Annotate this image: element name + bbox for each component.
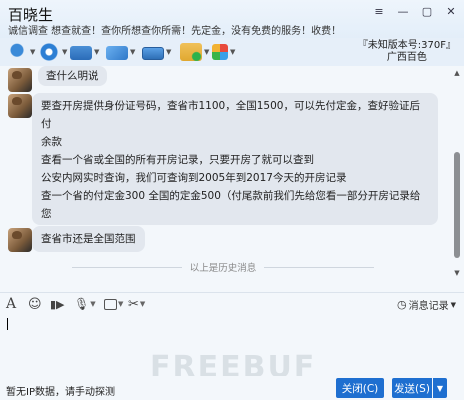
voice-call-button[interactable]: ▼	[6, 42, 35, 62]
close-icon[interactable]: ✕	[442, 4, 460, 18]
more-icon[interactable]: ≡	[370, 4, 388, 18]
chevron-down-icon[interactable]: ▼	[30, 48, 35, 56]
avatar[interactable]	[8, 68, 32, 92]
message-line: 要查开房提供身份证号码，查省市1100，全国1500，可以先付定金，查好验证后付	[41, 100, 420, 130]
chevron-down-icon[interactable]: ▼	[62, 48, 67, 56]
chevron-down-icon[interactable]: ▼	[94, 48, 99, 56]
file-transfer-icon	[106, 46, 128, 60]
watermark: FREEBUF	[150, 350, 317, 376]
remote-desktop-button[interactable]: ▼	[142, 42, 171, 62]
contact-signature: 诚信调查 想查就查！查你所想查你所需！先定金，没有免费的服务！收费！	[8, 26, 342, 37]
avatar[interactable]	[8, 94, 32, 118]
minimize-icon[interactable]: —	[394, 4, 412, 18]
voice-call-icon	[6, 43, 28, 61]
chevron-down-icon[interactable]: ▼	[118, 300, 123, 308]
message-bubble: 查什么明说	[38, 66, 107, 86]
chevron-down-icon[interactable]: ▼	[140, 300, 145, 308]
video-call-icon	[38, 43, 60, 61]
message-input[interactable]: FREEBUF	[0, 314, 464, 376]
version-info: 『未知版本号:370F』 广西百色	[358, 40, 456, 64]
voice-message-button[interactable]: 🎙 ▼	[74, 296, 96, 312]
avatar[interactable]	[8, 228, 32, 252]
close-button[interactable]: 关闭(C)	[336, 378, 384, 398]
status-bar: 暂无IP数据，请手动探测 关闭(C) 发送(S) ▼	[0, 376, 464, 400]
message-line: 查一个省的付定金300 全国的定金500（付尾款前我们先给您看一部分开房记录给您	[41, 190, 421, 220]
chat-history: 查什么明说 要查开房提供身份证号码，查省市1100，全国1500，可以先付定金，…	[0, 66, 464, 280]
history-divider: 以上是历史消息	[0, 260, 446, 274]
emoji-icon: ☺	[28, 296, 42, 312]
message-text: 查省市还是全国范围	[41, 233, 136, 245]
apps-icon	[212, 44, 228, 60]
maximize-icon[interactable]: ▢	[418, 4, 436, 18]
history-divider-label: 以上是历史消息	[189, 263, 257, 274]
message-bubble: 查省市还是全国范围	[32, 226, 145, 252]
microphone-icon: 🎙	[74, 297, 90, 311]
input-toolbar: A ☺ ▮▶ 🎙 ▼ ▼ ✂ ▼ ◷ 消息记录 ▼	[0, 292, 464, 314]
image-icon	[104, 298, 117, 310]
video-message-button[interactable]: ▮▶	[50, 296, 65, 312]
scroll-up-icon[interactable]: ▲	[452, 68, 462, 78]
create-group-icon	[180, 43, 202, 61]
apps-button[interactable]: ▼	[212, 42, 235, 62]
chevron-down-icon[interactable]: ▼	[166, 48, 171, 56]
title-bar: 百晓生 诚信调查 想查就查！查你所想查你所需！先定金，没有免费的服务！收费！ ≡…	[0, 0, 464, 38]
video-call-button[interactable]: ▼	[38, 42, 67, 62]
chevron-down-icon: ▼	[436, 383, 444, 393]
version-number: 『未知版本号:370F』	[357, 40, 456, 51]
chat-scrollbar[interactable]: ▲ ▼	[452, 66, 462, 280]
scroll-down-icon[interactable]: ▼	[452, 268, 462, 278]
screen-share-icon	[70, 46, 92, 60]
screenshot-button[interactable]: ✂ ▼	[128, 296, 145, 312]
screenshot-icon: ✂	[128, 296, 139, 312]
message-line: 查看一个省或全国的所有开房记录，只要开房了就可以查到	[41, 154, 314, 166]
text-caret	[7, 318, 8, 330]
video-icon: ▮▶	[50, 297, 65, 311]
remote-desktop-icon	[142, 46, 164, 60]
send-button[interactable]: 发送(S)	[392, 378, 432, 398]
chevron-down-icon: ▼	[450, 300, 456, 309]
message-line: 公安内网实时查询，我们可查询到2005年到2017今天的开房记录	[41, 172, 347, 184]
clock-icon: ◷	[397, 298, 407, 311]
font-icon: A	[6, 296, 17, 312]
scroll-thumb[interactable]	[454, 152, 460, 258]
screen-share-button[interactable]: ▼	[70, 42, 99, 62]
chevron-down-icon[interactable]: ▼	[204, 48, 209, 56]
message-bubble: 要查开房提供身份证号码，查省市1100，全国1500，可以先付定金，查好验证后付…	[32, 93, 438, 238]
emoji-button[interactable]: ☺	[28, 296, 42, 312]
chevron-down-icon[interactable]: ▼	[230, 48, 235, 56]
message-text: 查什么明说	[46, 70, 99, 82]
file-transfer-button[interactable]: ▼	[106, 42, 135, 62]
ip-status: 暂无IP数据，请手动探测	[6, 387, 115, 398]
image-button[interactable]: ▼	[104, 296, 123, 312]
chevron-down-icon[interactable]: ▼	[130, 48, 135, 56]
location: 广西百色	[386, 52, 427, 63]
chat-toolbar: ▼ ▼ ▼ ▼ ▼ ▼ ▼ 『未知版本号:370F』 广西百色	[0, 38, 464, 66]
message-record-button[interactable]: ◷ 消息记录 ▼	[397, 297, 456, 312]
create-group-button[interactable]: ▼	[180, 42, 209, 62]
chevron-down-icon[interactable]: ▼	[90, 300, 95, 308]
message-line: 余款	[41, 136, 62, 148]
window-controls: ≡ — ▢ ✕	[370, 4, 460, 18]
font-button[interactable]: A	[6, 296, 16, 312]
send-options-button[interactable]: ▼	[433, 378, 447, 398]
message-record-label: 消息记录	[408, 301, 449, 312]
